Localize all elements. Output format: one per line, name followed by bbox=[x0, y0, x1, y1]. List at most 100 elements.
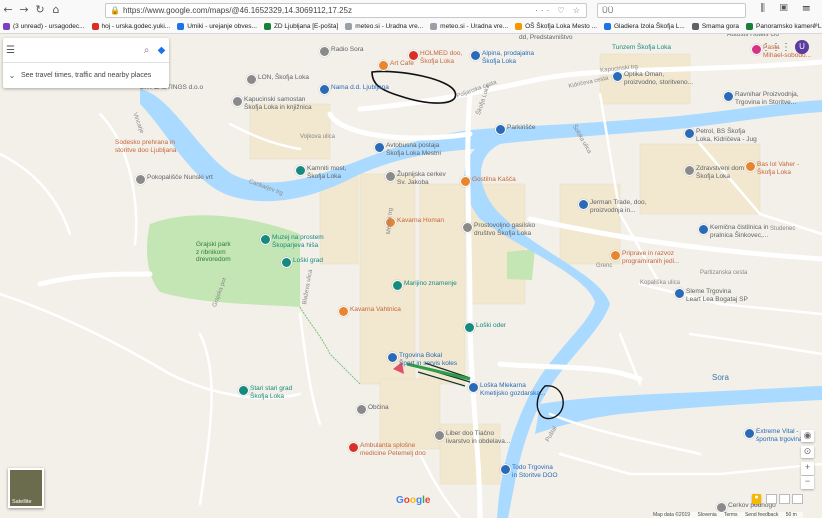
place-label-tunzem[interactable]: Tunzem Škofja Loka bbox=[612, 44, 671, 52]
compass-icon[interactable]: ◉ bbox=[801, 430, 814, 442]
place-pin-icon[interactable] bbox=[462, 222, 473, 233]
bookmark-star-icon[interactable]: ··· ♡ ☆ bbox=[535, 6, 586, 15]
place-label-autosis[interactable]: Autosis Hotels Go bbox=[727, 34, 779, 39]
place-label-extreme[interactable]: Extreme Vital - športna trgovina bbox=[756, 428, 803, 443]
place-pin-icon[interactable] bbox=[385, 171, 396, 182]
place-label-parkirisce[interactable]: Parkirišče bbox=[507, 124, 536, 132]
pegman-icon[interactable]: ● bbox=[752, 494, 761, 504]
place-label-zdravstveni[interactable]: Zdravstveni dom Škofja Loka bbox=[696, 165, 744, 180]
place-label-ambulanta[interactable]: Ambulanta splošne medicine Petemelj doo bbox=[360, 442, 426, 457]
place-pin-icon[interactable] bbox=[674, 288, 685, 299]
place-pin-icon[interactable] bbox=[238, 385, 249, 396]
place-label-gostilna[interactable]: Gostilna Kašča bbox=[472, 176, 516, 184]
place-label-kamniti[interactable]: Kamniti most, Škofja Loka bbox=[307, 165, 346, 180]
place-label-loska-mlekarna[interactable]: Loška Mlekarna Kmetijsko gozdarska... bbox=[480, 382, 545, 397]
bookmark-item[interactable]: OŠ Škofja Loka Mesto ... bbox=[512, 22, 601, 30]
bookmark-item[interactable]: meteo.si - Uradna vre... bbox=[427, 22, 512, 30]
apps-grid-icon[interactable]: ⋮⋮⋮ bbox=[761, 42, 791, 53]
place-label-sodesko[interactable]: Sodesko prehrana in storitve doo Ljublja… bbox=[115, 139, 176, 154]
layer-thumb[interactable] bbox=[792, 494, 803, 504]
place-label-optika[interactable]: Optika Oman, proizvodno, storitveno... bbox=[624, 71, 693, 86]
place-pin-icon[interactable] bbox=[500, 464, 511, 475]
bookmark-item[interactable]: (3 unread) - ursagodec... bbox=[0, 22, 89, 30]
place-label-kavarna-vahtnica[interactable]: Kavarna Vahtnica bbox=[350, 306, 401, 314]
place-pin-icon[interactable] bbox=[684, 165, 695, 176]
place-pin-icon[interactable] bbox=[460, 176, 471, 187]
place-pin-icon[interactable] bbox=[374, 142, 385, 153]
place-label-muzej[interactable]: Muzej na prostem Škoparjeva hiša bbox=[272, 234, 324, 249]
search-input[interactable] bbox=[18, 44, 139, 56]
bookmark-item[interactable]: meteo.si - Uradna vre... bbox=[342, 22, 427, 30]
place-pin-icon[interactable] bbox=[578, 199, 589, 210]
account-avatar[interactable]: U bbox=[795, 40, 809, 54]
back-arrow-icon[interactable]: ← bbox=[0, 2, 16, 18]
place-pin-icon[interactable] bbox=[319, 84, 330, 95]
search-icon[interactable]: ⌕ bbox=[139, 45, 154, 56]
place-label-sleme[interactable]: Sleme Trgovina Leart Lea Bogataj SP bbox=[686, 288, 748, 303]
bookmark-item[interactable]: Umiki - urejanje obves... bbox=[174, 22, 261, 30]
place-pin-icon[interactable] bbox=[319, 46, 330, 57]
country-link[interactable]: Slovenia bbox=[697, 512, 716, 518]
menu-icon[interactable]: ☰ bbox=[3, 45, 18, 56]
place-label-liber[interactable]: Liber doo Tiačno livarstvo in obdelava..… bbox=[446, 430, 510, 445]
place-pin-icon[interactable] bbox=[135, 174, 146, 185]
address-bar[interactable]: 🔒 https://www.google.com/maps/@46.165232… bbox=[105, 3, 587, 18]
satellite-toggle[interactable]: Satellite bbox=[8, 468, 44, 508]
place-pin-icon[interactable] bbox=[408, 50, 419, 61]
place-pin-icon[interactable] bbox=[348, 442, 359, 453]
browser-search-field[interactable]: ÜÜ bbox=[597, 3, 746, 18]
place-pin-icon[interactable] bbox=[392, 280, 403, 291]
search-value[interactable]: ÜÜ bbox=[598, 6, 614, 15]
place-label-radio-sora[interactable]: Radio Sora bbox=[331, 46, 364, 54]
url-text[interactable]: https://www.google.com/maps/@46.1652329,… bbox=[123, 6, 535, 15]
place-label-kavarna-homan[interactable]: Kavarna Homan bbox=[397, 217, 444, 225]
terms-link[interactable]: Terms bbox=[724, 512, 738, 518]
place-pin-icon[interactable] bbox=[744, 428, 755, 439]
place-label-kapucinski[interactable]: Kapucinski samostan Škofja Loka in knjiž… bbox=[244, 96, 312, 111]
place-pin-icon[interactable] bbox=[745, 161, 756, 172]
zoom-out-button[interactable]: − bbox=[801, 476, 814, 489]
place-pin-icon[interactable] bbox=[698, 224, 709, 235]
directions-icon[interactable]: ◆ bbox=[154, 45, 169, 56]
bookmark-item[interactable]: Smama gora bbox=[689, 22, 743, 30]
place-label-avtobusna[interactable]: Avtobusna postaja Škofja Loka Mestni bbox=[386, 142, 441, 157]
place-label-loski-grad[interactable]: Loški grad bbox=[293, 257, 323, 265]
my-location-icon[interactable]: ⊙ bbox=[801, 446, 814, 458]
place-pin-icon[interactable] bbox=[495, 124, 506, 135]
place-pin-icon[interactable] bbox=[610, 250, 621, 261]
place-label-kemicna[interactable]: Kemična čistilnica in pralnica Šinkovec,… bbox=[710, 224, 769, 239]
place-label-bas-lol[interactable]: Bas lol Vaher - Škofja Loka bbox=[757, 161, 799, 176]
place-label-obcina[interactable]: Občina bbox=[368, 404, 389, 412]
place-pin-icon[interactable] bbox=[464, 322, 475, 333]
place-pin-icon[interactable] bbox=[468, 382, 479, 393]
layer-thumb[interactable] bbox=[779, 494, 790, 504]
travel-times-button[interactable]: ⌄ See travel times, traffic and nearby p… bbox=[3, 63, 169, 88]
place-label-lon[interactable]: LON, Škofja Loka bbox=[258, 74, 309, 82]
bookmark-item[interactable]: ZD Ljubljana [E-pošta] bbox=[261, 22, 342, 30]
place-pin-icon[interactable] bbox=[723, 91, 734, 102]
place-label-prostovoljno[interactable]: Prostovoljno gasilsko društvo Škofja Lok… bbox=[474, 222, 535, 237]
home-icon[interactable]: ⌂ bbox=[48, 2, 64, 18]
place-label-nama[interactable]: Nama d.d. Ljubljana bbox=[331, 84, 389, 92]
place-label-alpina[interactable]: Alpina, prodajalna Škofja Loka bbox=[482, 50, 534, 65]
place-label-art-cafe[interactable]: Art Cafe bbox=[390, 60, 414, 68]
place-label-grajski[interactable]: Grajski park z ribnikom drevoredom bbox=[196, 241, 231, 264]
place-pin-icon[interactable] bbox=[260, 234, 271, 245]
place-pin-icon[interactable] bbox=[295, 165, 306, 176]
zoom-in-button[interactable]: + bbox=[801, 462, 814, 475]
place-label-jerman[interactable]: Jerman Trade, doo, proizvodnja in... bbox=[590, 199, 646, 214]
place-pin-icon[interactable] bbox=[232, 96, 243, 107]
place-pin-icon[interactable] bbox=[281, 257, 292, 268]
reload-icon[interactable]: ↻ bbox=[32, 2, 48, 18]
place-label-ravnihar[interactable]: Ravnihar Proizvodnja, Trgovina in Storit… bbox=[735, 91, 799, 106]
forward-arrow-icon[interactable]: → bbox=[16, 2, 32, 18]
place-label-todo[interactable]: Todo Trgovina in Storitve DOO bbox=[512, 464, 558, 479]
place-label-priprave[interactable]: Priprave in razvoz programiranih jedi... bbox=[622, 250, 679, 265]
place-label-holmed[interactable]: HOLMED doo, Škofja Loka bbox=[420, 50, 462, 65]
place-label-zupnijska[interactable]: Župnijska cerkev Sv. Jakoba bbox=[397, 171, 446, 186]
bookmark-item[interactable]: hoj - urska.godec.yuki... bbox=[89, 22, 175, 30]
place-pin-icon[interactable] bbox=[684, 128, 695, 139]
place-pin-icon[interactable] bbox=[246, 74, 257, 85]
send-feedback-link[interactable]: Send feedback bbox=[745, 512, 778, 518]
place-pin-icon[interactable] bbox=[470, 50, 481, 61]
